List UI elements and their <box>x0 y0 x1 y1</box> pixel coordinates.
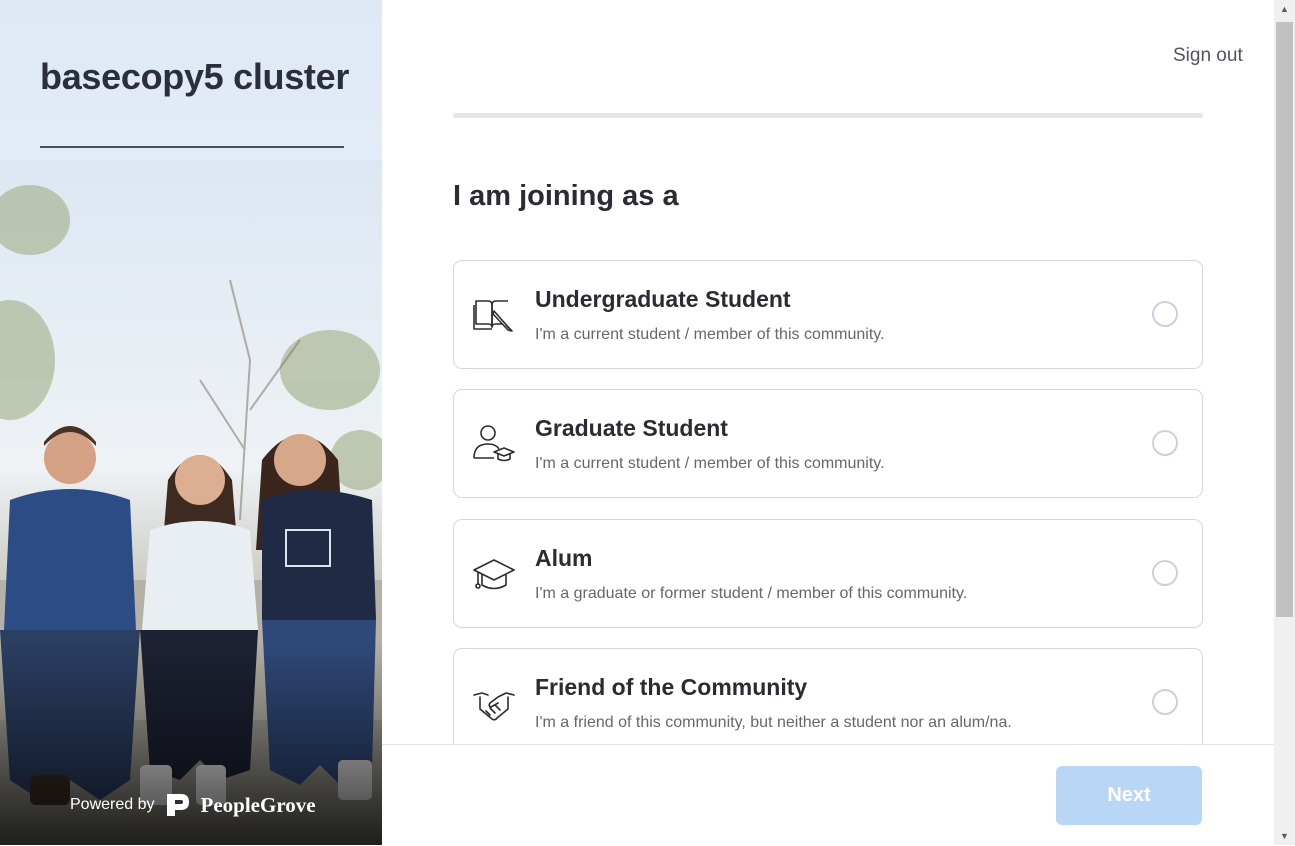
option-radio[interactable] <box>1152 430 1178 456</box>
handshake-icon <box>473 692 515 721</box>
graduation-cap-icon <box>473 559 515 590</box>
option-radio[interactable] <box>1152 301 1178 327</box>
students-photo <box>0 160 382 845</box>
peoplegrove-logo-icon <box>166 794 189 816</box>
form-footer: Next <box>382 744 1274 846</box>
page-title: I am joining as a <box>453 180 679 212</box>
community-name: basecopy5 cluster <box>40 56 350 97</box>
option-description: I'm a current student / member of this c… <box>535 326 885 343</box>
scrollbar-thumb[interactable] <box>1276 22 1293 617</box>
powered-by: Powered by PeopleGrove <box>70 790 316 820</box>
role-options-list: Undergraduate Student I'm a current stud… <box>440 250 1220 744</box>
next-button[interactable]: Next <box>1056 766 1202 825</box>
book-pencil-icon <box>473 300 513 332</box>
option-undergraduate-student[interactable]: Undergraduate Student I'm a current stud… <box>453 260 1203 369</box>
option-description: I'm a current student / member of this c… <box>535 455 885 472</box>
title-divider <box>40 146 344 148</box>
page-scrollbar[interactable]: ▲ ▼ <box>1274 0 1295 845</box>
progress-bar <box>453 113 1203 118</box>
option-description: I'm a graduate or former student / membe… <box>535 585 968 602</box>
option-label: Alum <box>535 545 593 571</box>
peoplegrove-brand: PeopleGrove <box>200 792 316 817</box>
scroll-down-arrow-icon[interactable]: ▼ <box>1274 827 1295 845</box>
option-radio[interactable] <box>1152 689 1178 715</box>
community-sidebar: basecopy5 cluster Powered by PeopleGrove <box>0 0 382 845</box>
option-label: Friend of the Community <box>535 674 808 700</box>
option-label: Graduate Student <box>535 415 728 441</box>
option-friend-of-the-community[interactable]: Friend of the Community I'm a friend of … <box>453 648 1203 744</box>
option-radio[interactable] <box>1152 560 1178 586</box>
scroll-up-arrow-icon[interactable]: ▲ <box>1274 0 1295 18</box>
option-alum[interactable]: Alum I'm a graduate or former student / … <box>453 519 1203 628</box>
powered-by-label: Powered by <box>70 796 155 813</box>
person-graduate-icon <box>473 425 515 462</box>
option-description: I'm a friend of this community, but neit… <box>535 714 1012 731</box>
option-graduate-student[interactable]: Graduate Student I'm a current student /… <box>453 389 1203 498</box>
sign-out-link[interactable]: Sign out <box>1173 45 1243 67</box>
option-label: Undergraduate Student <box>535 286 791 312</box>
